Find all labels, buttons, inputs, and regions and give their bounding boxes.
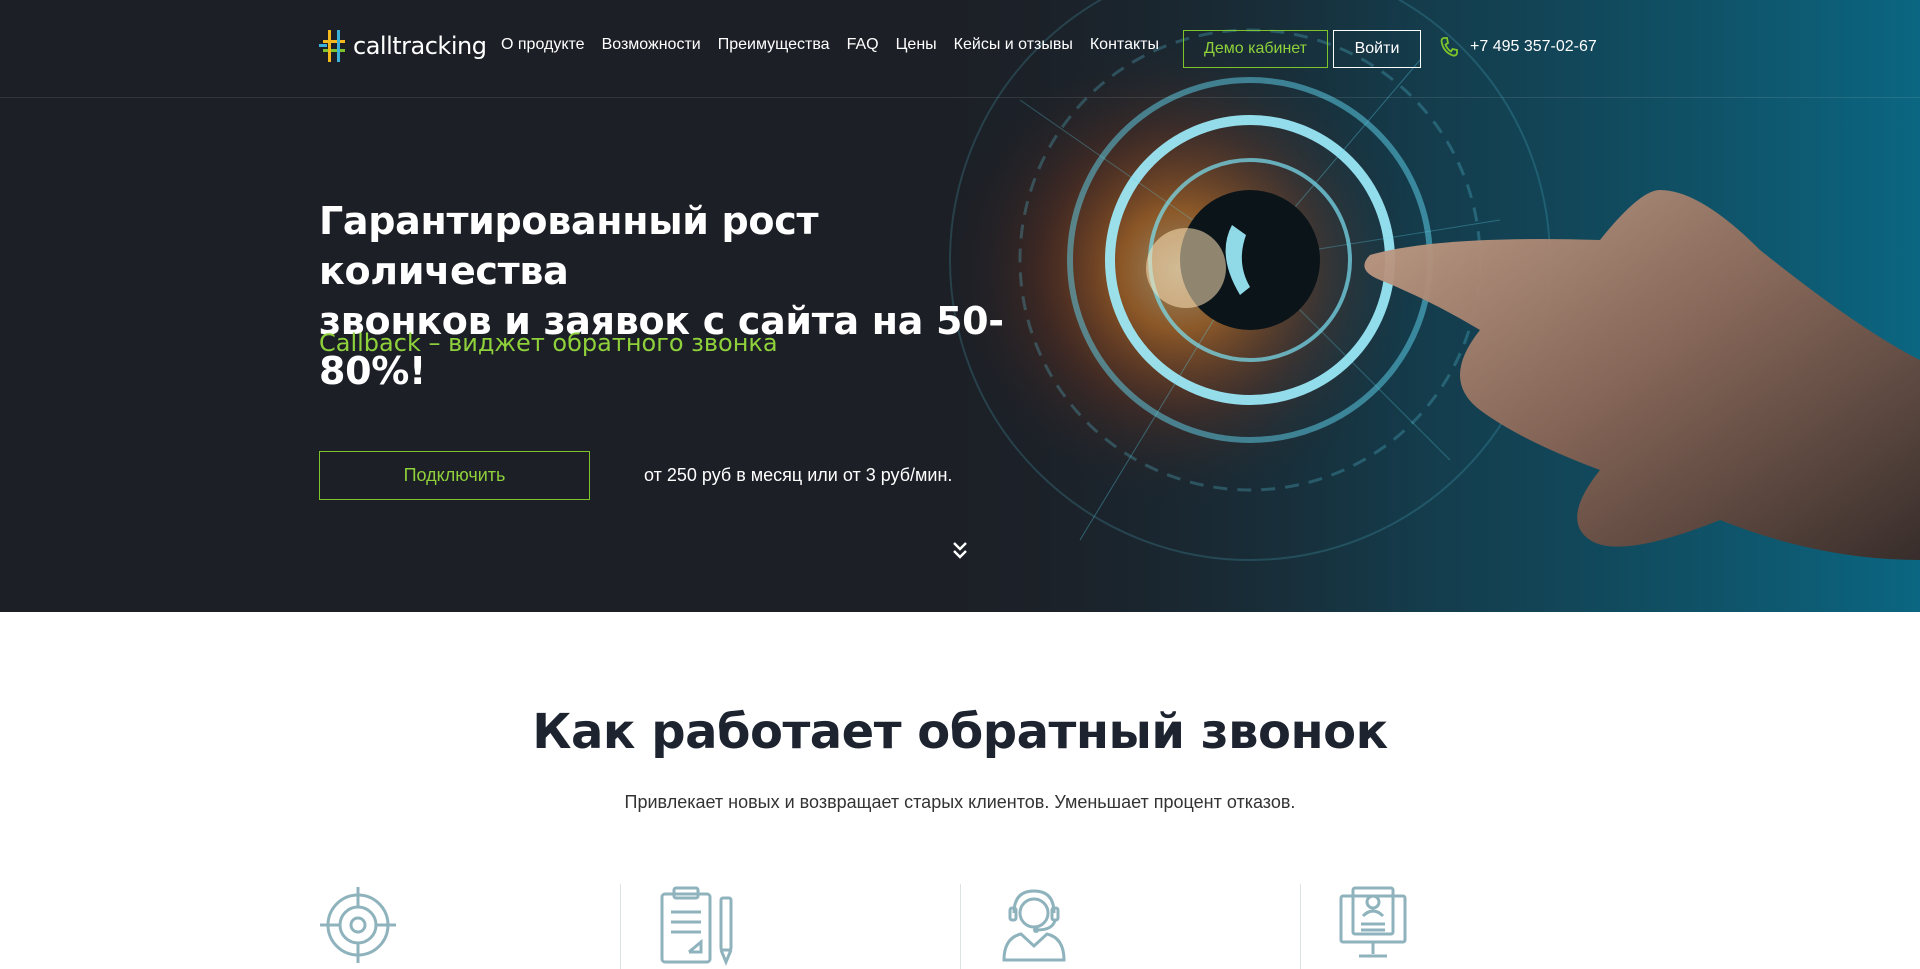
scroll-down-icon[interactable] bbox=[951, 540, 969, 562]
feature-divider bbox=[620, 884, 621, 969]
calltracking-logo[interactable]: calltracking bbox=[319, 22, 487, 70]
monitor-profile-icon bbox=[1339, 886, 1407, 958]
main-nav: О продукте Возможности Преимущества FAQ … bbox=[501, 36, 1159, 54]
nav-item-faq[interactable]: FAQ bbox=[847, 36, 879, 54]
nav-item-features[interactable]: Возможности bbox=[602, 36, 701, 54]
hero-title: Гарантированный рост количества звонков … bbox=[319, 196, 1039, 396]
operator-headset-icon bbox=[1002, 889, 1066, 962]
how-it-works-subtitle: Привлекает новых и возвращает старых кли… bbox=[624, 792, 1296, 812]
nav-item-contacts[interactable]: Контакты bbox=[1090, 36, 1159, 54]
nav-item-advantages[interactable]: Преимущества bbox=[718, 36, 830, 54]
feature-divider bbox=[960, 884, 961, 969]
nav-item-cases[interactable]: Кейсы и отзывы bbox=[954, 36, 1073, 54]
feature-target bbox=[319, 882, 399, 969]
features-row bbox=[319, 882, 1601, 969]
nav-item-prices[interactable]: Цены bbox=[896, 36, 937, 54]
phone-link[interactable]: +7 495 357-02-67 bbox=[1440, 37, 1597, 57]
connect-button[interactable]: Подключить bbox=[319, 451, 590, 500]
clipboard-pen-icon bbox=[660, 886, 733, 966]
how-it-works-title: Как работает обратный звонок bbox=[532, 704, 1388, 760]
price-text: от 250 руб в месяц или от 3 руб/мин. bbox=[644, 465, 953, 485]
feature-clipboard bbox=[659, 882, 739, 969]
demo-cabinet-button[interactable]: Демо кабинет bbox=[1183, 30, 1328, 68]
login-button[interactable]: Войти bbox=[1333, 30, 1421, 68]
feature-divider bbox=[1300, 884, 1301, 969]
logo-mark-icon bbox=[319, 30, 345, 62]
feature-monitor bbox=[1339, 882, 1409, 969]
hero-title-line-1: Гарантированный рост количества bbox=[319, 199, 819, 293]
target-icon bbox=[320, 887, 396, 963]
site-header: calltracking О продукте Возможности Преи… bbox=[0, 0, 1920, 98]
phone-number: +7 495 357-02-67 bbox=[1470, 38, 1597, 55]
hero-subtitle: Callback – виджет обратного звонка bbox=[319, 329, 778, 357]
logo-text: calltracking bbox=[353, 32, 487, 60]
feature-operator bbox=[999, 882, 1069, 969]
nav-item-about[interactable]: О продукте bbox=[501, 36, 585, 54]
phone-icon bbox=[1440, 37, 1458, 57]
